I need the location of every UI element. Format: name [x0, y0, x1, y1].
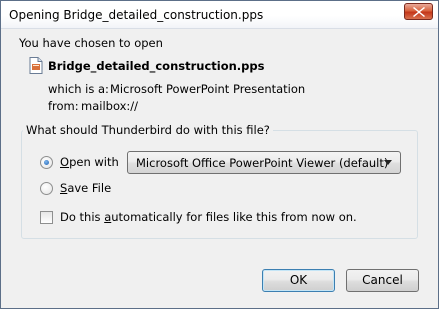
- auto-checkbox[interactable]: [40, 211, 53, 224]
- auto-label-post: utomatically for files like this from no…: [111, 210, 357, 224]
- open-with-app-value: Microsoft Office PowerPoint Viewer (defa…: [136, 156, 389, 170]
- save-file-label-rest: ave File: [67, 181, 112, 195]
- dialog-window: Opening Bridge_detailed_construction.pps…: [0, 0, 439, 309]
- open-with-label[interactable]: Open with: [60, 155, 119, 169]
- auto-label[interactable]: Do this automatically for files like thi…: [60, 210, 357, 224]
- close-icon: [413, 7, 425, 17]
- cancel-button[interactable]: Cancel: [346, 269, 419, 292]
- title-bar: Opening Bridge_detailed_construction.pps: [1, 1, 438, 29]
- from-label: from:: [48, 99, 79, 113]
- file-type: Microsoft PowerPoint Presentation: [110, 82, 306, 96]
- close-button[interactable]: [404, 3, 433, 20]
- ok-button[interactable]: OK: [262, 269, 335, 292]
- file-source: mailbox://: [81, 99, 139, 113]
- file-name: Bridge_detailed_construction.pps: [48, 59, 265, 73]
- dropdown-arrow-icon: [384, 160, 392, 165]
- document-icon: [29, 57, 43, 74]
- which-is-label: which is a:: [48, 82, 109, 96]
- radio-selected-dot: [44, 160, 49, 165]
- save-file-radio[interactable]: [40, 182, 53, 195]
- intro-text: You have chosen to open: [19, 36, 163, 50]
- open-with-accesskey: O: [60, 155, 70, 169]
- auto-label-pre: Do this: [60, 210, 105, 224]
- open-with-app-select[interactable]: Microsoft Office PowerPoint Viewer (defa…: [127, 151, 401, 174]
- action-question: What should Thunderbird do with this fil…: [23, 123, 273, 137]
- window-title: Opening Bridge_detailed_construction.pps: [9, 8, 264, 22]
- open-with-label-rest: pen with: [69, 155, 119, 169]
- open-with-radio[interactable]: [40, 156, 53, 169]
- save-file-label[interactable]: Save File: [60, 181, 111, 195]
